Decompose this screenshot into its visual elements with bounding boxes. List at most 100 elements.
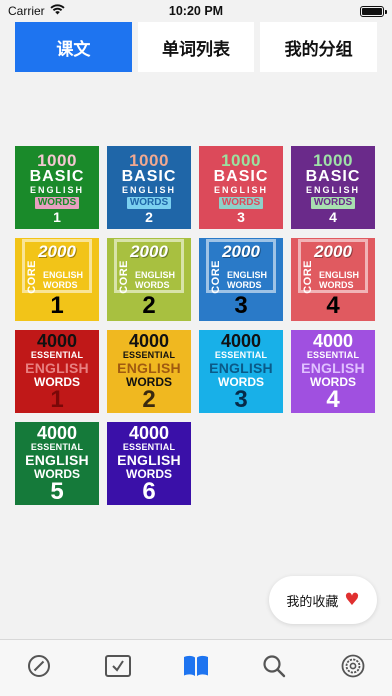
book-title-english: ENGLISH <box>25 451 89 468</box>
book-title-number: 4000 <box>36 422 78 443</box>
book-title-words: WORDS <box>319 280 354 290</box>
compass-icon <box>28 655 51 677</box>
tabbar-settings[interactable] <box>336 649 370 683</box>
book-title-essential: ESSENTIAL <box>122 349 176 360</box>
book-title-basic: BASIC <box>305 167 361 185</box>
book-2000-core-2[interactable]: 2000 CORE ENGLISH WORDS 2 <box>107 238 191 321</box>
book-title-english: ENGLISH <box>135 270 176 280</box>
book-cover-frame: 2000 CORE ENGLISH WORDS <box>114 239 184 294</box>
book-4000-essential-6[interactable]: 4000 ESSENTIAL ENGLISH WORDS 6 <box>107 422 191 505</box>
book-title-english: ENGLISH <box>319 270 360 280</box>
tabbar-review[interactable] <box>101 649 135 683</box>
book-volume-number: 4 <box>326 385 340 413</box>
tab-my-groups[interactable]: 我的分组 <box>260 22 378 72</box>
book-title-number: 2000 <box>222 242 260 261</box>
book-title-english: ENGLISH <box>301 359 365 376</box>
book-grid: 1000 BASIC ENGLISH WORDS 1 1000 BASIC EN… <box>15 146 375 505</box>
book-1000-basic-3[interactable]: 1000 BASIC ENGLISH WORDS 3 <box>199 146 283 229</box>
book-cover-frame: 2000 CORE ENGLISH WORDS <box>22 239 92 294</box>
book-title-essential: ESSENTIAL <box>306 349 360 360</box>
book-title-core: CORE <box>302 260 314 294</box>
book-volume-number: 6 <box>142 477 156 505</box>
book-title-words: WORDS <box>310 196 356 209</box>
book-title-number: 4000 <box>220 330 262 351</box>
book-title-english: ENGLISH <box>25 359 89 376</box>
book-title-core: CORE <box>26 260 38 294</box>
book-title-basic: BASIC <box>121 167 177 185</box>
book-volume-number: 1 <box>53 208 61 225</box>
book-4000-essential-2[interactable]: 4000 ESSENTIAL ENGLISH WORDS 2 <box>107 330 191 413</box>
tab-lessons[interactable]: 课文 <box>15 22 132 72</box>
book-cover-frame: 2000 CORE ENGLISH WORDS <box>206 239 276 294</box>
book-title-number: 1000 <box>221 150 261 170</box>
bottom-tab-bar <box>0 639 392 696</box>
book-cover-frame: 2000 CORE ENGLISH WORDS <box>298 239 368 294</box>
book-title-core: CORE <box>210 260 222 294</box>
book-title-number: 4000 <box>36 330 78 351</box>
my-favorites-button[interactable]: 我的收藏 ♥ <box>269 576 377 624</box>
book-icon <box>183 655 208 676</box>
tabbar-books[interactable] <box>179 649 213 683</box>
segment-tabs: 课文 单词列表 我的分组 <box>15 22 378 72</box>
book-title-essential: ESSENTIAL <box>30 349 84 360</box>
book-title-number: 2000 <box>38 242 76 261</box>
book-title-words: WORDS <box>135 280 170 290</box>
book-4000-essential-4[interactable]: 4000 ESSENTIAL ENGLISH WORDS 4 <box>291 330 375 413</box>
status-left: Carrier <box>8 4 65 18</box>
book-title-number: 4000 <box>312 330 354 351</box>
book-title-words: WORDS <box>218 196 264 209</box>
book-title-english: ENGLISH <box>117 451 181 468</box>
book-volume-number: 3 <box>237 208 245 225</box>
tab-word-list[interactable]: 单词列表 <box>137 22 255 72</box>
book-title-english: ENGLISH <box>43 270 84 280</box>
book-4000-essential-5[interactable]: 4000 ESSENTIAL ENGLISH WORDS 5 <box>15 422 99 505</box>
battery-icon <box>360 5 387 17</box>
book-volume-number: 3 <box>234 385 248 413</box>
book-title-words: WORDS <box>34 196 80 209</box>
tabbar-explore[interactable] <box>22 649 56 683</box>
heart-icon: ♥ <box>344 589 360 610</box>
book-volume-number: 2 <box>142 385 156 413</box>
book-title-number: 1000 <box>129 150 169 170</box>
book-title-english: ENGLISH <box>213 184 268 195</box>
book-1000-basic-1[interactable]: 1000 BASIC ENGLISH WORDS 1 <box>15 146 99 229</box>
book-volume-number: 3 <box>234 292 248 319</box>
book-volume-number: 2 <box>145 208 153 225</box>
book-title-number: 2000 <box>314 242 352 261</box>
book-title-english: ENGLISH <box>29 184 84 195</box>
book-2000-core-4[interactable]: 2000 CORE ENGLISH WORDS 4 <box>291 238 375 321</box>
tabbar-search[interactable] <box>257 649 291 683</box>
book-title-number: 2000 <box>130 242 168 261</box>
book-title-basic: BASIC <box>29 167 85 185</box>
book-title-essential: ESSENTIAL <box>122 441 176 452</box>
book-title-number: 1000 <box>37 150 77 170</box>
book-title-number: 1000 <box>313 150 353 170</box>
book-title-number: 4000 <box>128 330 170 351</box>
book-title-english: ENGLISH <box>227 270 268 280</box>
book-title-english: ENGLISH <box>305 184 360 195</box>
checkbox-icon <box>104 655 131 677</box>
book-volume-number: 4 <box>326 292 340 319</box>
book-1000-basic-2[interactable]: 1000 BASIC ENGLISH WORDS 2 <box>107 146 191 229</box>
book-title-core: CORE <box>118 260 130 294</box>
book-title-english: ENGLISH <box>117 359 181 376</box>
carrier-label: Carrier <box>8 4 45 18</box>
book-2000-core-3[interactable]: 2000 CORE ENGLISH WORDS 3 <box>199 238 283 321</box>
book-title-words: WORDS <box>43 280 78 290</box>
settings-icon <box>341 654 365 678</box>
book-volume-number: 1 <box>50 385 64 413</box>
favorites-label: 我的收藏 <box>286 594 339 610</box>
book-title-english: ENGLISH <box>209 359 273 376</box>
book-1000-basic-4[interactable]: 1000 BASIC ENGLISH WORDS 4 <box>291 146 375 229</box>
book-volume-number: 5 <box>50 477 64 505</box>
book-title-words: WORDS <box>126 196 172 209</box>
book-title-number: 4000 <box>128 422 170 443</box>
wifi-icon <box>50 4 65 18</box>
status-bar: Carrier 10:20 PM <box>0 0 392 22</box>
book-2000-core-1[interactable]: 2000 CORE ENGLISH WORDS 1 <box>15 238 99 321</box>
book-volume-number: 1 <box>50 292 64 319</box>
book-4000-essential-3[interactable]: 4000 ESSENTIAL ENGLISH WORDS 3 <box>199 330 283 413</box>
book-volume-number: 4 <box>329 208 337 225</box>
book-4000-essential-1[interactable]: 4000 ESSENTIAL ENGLISH WORDS 1 <box>15 330 99 413</box>
book-title-basic: BASIC <box>213 167 269 185</box>
